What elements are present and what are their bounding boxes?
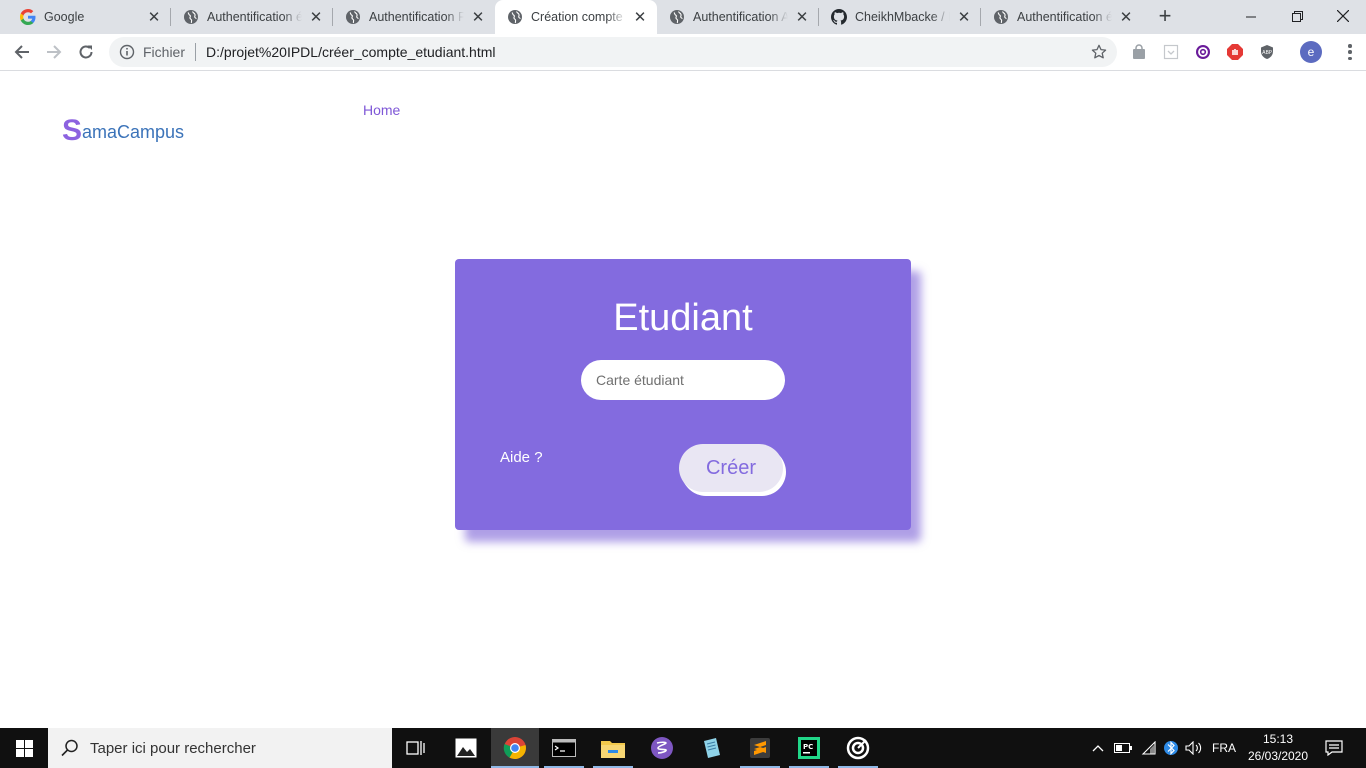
tab-title: Google bbox=[44, 10, 85, 24]
back-button[interactable] bbox=[10, 40, 34, 64]
profile-avatar[interactable]: e bbox=[1300, 41, 1322, 63]
battery-icon[interactable] bbox=[1112, 728, 1134, 768]
shield-extension-icon[interactable]: ABP bbox=[1258, 43, 1276, 61]
notification-center-icon[interactable] bbox=[1318, 728, 1350, 768]
arrow-left-icon bbox=[14, 45, 29, 59]
site-logo[interactable]: SamaCampus bbox=[62, 114, 184, 148]
file-explorer-icon[interactable] bbox=[589, 728, 637, 768]
logo-text: amaCampus bbox=[82, 122, 185, 142]
volume-icon[interactable] bbox=[1183, 728, 1205, 768]
close-icon[interactable]: ✕ bbox=[794, 9, 810, 26]
web-page: SamaCampus Home Etudiant Aide ? Créer bbox=[0, 71, 1366, 728]
google-icon bbox=[20, 9, 36, 25]
nav-home-link[interactable]: Home bbox=[363, 102, 400, 118]
pycharm-app-icon[interactable]: PC bbox=[785, 728, 833, 768]
tab-title: Authentification étudiant bbox=[1017, 10, 1112, 24]
close-icon[interactable]: ✕ bbox=[632, 9, 648, 26]
student-card-input[interactable] bbox=[581, 360, 785, 400]
account-creation-card: Etudiant Aide ? Créer bbox=[455, 259, 911, 530]
at-sign-extension-icon[interactable] bbox=[1194, 43, 1212, 61]
browser-tab[interactable]: Authentification étudiant ✕ bbox=[981, 0, 1143, 34]
clock-date: 26/03/2020 bbox=[1247, 749, 1309, 763]
globe-icon bbox=[507, 9, 523, 25]
browser-tab-strip: Google ✕ Authentification étudiant ✕ Aut… bbox=[0, 0, 1366, 34]
browser-toolbar: Fichier D:/projet%20IPDL/créer_compte_et… bbox=[0, 34, 1366, 71]
close-icon[interactable]: ✕ bbox=[146, 9, 162, 26]
menu-icon[interactable] bbox=[1340, 42, 1360, 62]
wifi-icon[interactable] bbox=[1138, 728, 1160, 768]
globe-icon bbox=[345, 9, 361, 25]
target-app-icon[interactable] bbox=[834, 728, 882, 768]
shopping-bag-icon[interactable] bbox=[1130, 43, 1148, 61]
close-icon[interactable]: ✕ bbox=[308, 9, 324, 26]
windows-taskbar: Taper ici pour rechercher PC FRA 15:13 2… bbox=[0, 728, 1366, 768]
adblock-hand-icon[interactable] bbox=[1226, 43, 1244, 61]
windows-start-button[interactable] bbox=[0, 728, 48, 768]
close-window-button[interactable] bbox=[1320, 0, 1366, 32]
search-placeholder: Taper ici pour rechercher bbox=[90, 739, 256, 757]
minimize-button[interactable] bbox=[1228, 0, 1274, 32]
globe-icon bbox=[993, 9, 1009, 25]
reload-button[interactable] bbox=[74, 40, 98, 64]
language-indicator[interactable]: FRA bbox=[1208, 728, 1240, 768]
card-title: Etudiant bbox=[613, 297, 753, 339]
tab-title: Authentification Personnel bbox=[369, 10, 464, 24]
close-icon[interactable]: ✕ bbox=[1118, 9, 1134, 26]
reload-icon bbox=[79, 45, 93, 59]
tab-title: Création compte étudiant bbox=[531, 10, 626, 24]
browser-tab[interactable]: CheikhMbacke / Logiciel ✕ bbox=[819, 0, 981, 34]
close-icon[interactable]: ✕ bbox=[956, 9, 972, 26]
address-bar[interactable]: Fichier D:/projet%20IPDL/créer_compte_et… bbox=[109, 37, 1117, 67]
pocket-icon[interactable] bbox=[1162, 43, 1180, 61]
forward-button[interactable] bbox=[42, 40, 66, 64]
restore-button[interactable] bbox=[1274, 0, 1320, 32]
chevron-up-icon[interactable] bbox=[1088, 728, 1108, 768]
emacs-app-icon[interactable] bbox=[638, 728, 686, 768]
tab-title: Authentification étudiant bbox=[207, 10, 302, 24]
close-icon[interactable]: ✕ bbox=[470, 9, 486, 26]
browser-tab[interactable]: Authentification Personnel ✕ bbox=[333, 0, 495, 34]
clock-time: 15:13 bbox=[1262, 732, 1294, 746]
create-button[interactable]: Créer bbox=[679, 444, 783, 492]
browser-tab-active[interactable]: Création compte étudiant ✕ bbox=[495, 0, 657, 34]
site-info-label[interactable]: Fichier bbox=[143, 44, 185, 60]
browser-tab[interactable]: Authentification étudiant ✕ bbox=[171, 0, 333, 34]
globe-icon bbox=[183, 9, 199, 25]
url-text[interactable]: D:/projet%20IPDL/créer_compte_etudiant.h… bbox=[206, 44, 495, 60]
taskbar-clock[interactable]: 15:13 26/03/2020 bbox=[1244, 731, 1312, 765]
star-icon[interactable] bbox=[1091, 44, 1107, 60]
task-view-icon[interactable] bbox=[392, 728, 440, 768]
tab-title: CheikhMbacke / Logiciel bbox=[855, 10, 950, 24]
github-icon bbox=[831, 9, 847, 25]
svg-text:PC: PC bbox=[803, 743, 813, 751]
browser-tab[interactable]: Authentification Admin ✕ bbox=[657, 0, 819, 34]
browser-tab[interactable]: Google ✕ bbox=[0, 0, 171, 34]
new-tab-button[interactable]: + bbox=[1153, 5, 1177, 29]
terminal-app-icon[interactable] bbox=[540, 728, 588, 768]
tab-title: Authentification Admin bbox=[693, 10, 788, 24]
info-icon[interactable] bbox=[119, 44, 135, 60]
arrow-right-icon bbox=[47, 45, 62, 59]
search-icon bbox=[61, 739, 78, 757]
logo-letter: S bbox=[62, 114, 83, 147]
svg-text:ABP: ABP bbox=[1262, 50, 1272, 56]
chrome-app-icon[interactable] bbox=[491, 728, 539, 768]
help-link[interactable]: Aide ? bbox=[500, 449, 543, 466]
windows-logo-icon bbox=[15, 739, 33, 757]
notepad-app-icon[interactable] bbox=[687, 728, 735, 768]
bluetooth-icon[interactable] bbox=[1160, 728, 1182, 768]
taskbar-search-box[interactable]: Taper ici pour rechercher bbox=[48, 728, 392, 768]
sublime-text-icon[interactable] bbox=[736, 728, 784, 768]
photos-app-icon[interactable] bbox=[442, 728, 490, 768]
globe-icon bbox=[669, 9, 685, 25]
